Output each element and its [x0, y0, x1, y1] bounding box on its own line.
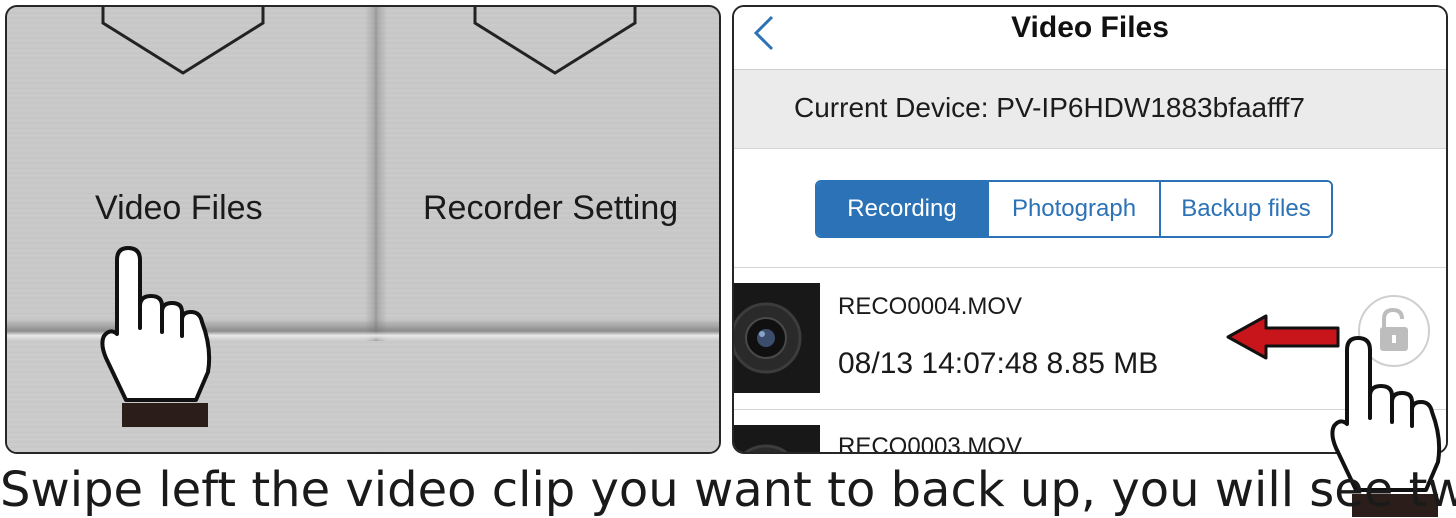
recorder-setting-button[interactable]: Recorder Setting — [423, 189, 678, 228]
device-info-bar: Current Device: PV-IP6HDW1883bfaafff7 — [734, 70, 1446, 149]
swipe-left-arrow-icon — [1226, 314, 1340, 360]
video-files-button[interactable]: Video Files — [95, 189, 263, 228]
tap-hand-icon — [100, 246, 212, 427]
video-thumbnail — [734, 425, 820, 452]
video-files-icon — [101, 7, 265, 75]
file-name: RECO0004.MOV — [838, 293, 1023, 320]
tab-photograph[interactable]: Photograph — [987, 182, 1159, 236]
file-name: RECO0003.MOV — [838, 433, 1023, 454]
current-device-label: Current Device: PV-IP6HDW1883bfaafff7 — [794, 92, 1305, 123]
tab-backup-files[interactable]: Backup files — [1159, 182, 1331, 236]
list-divider — [734, 267, 1446, 268]
file-type-tabs: Recording Photograph Backup files — [815, 180, 1333, 238]
tab-recording[interactable]: Recording — [817, 182, 987, 236]
video-thumbnail — [734, 283, 820, 393]
page-title: Video Files — [1011, 11, 1169, 44]
recorder-setting-icon — [473, 7, 637, 75]
instruction-caption: Swipe left the video clip you want to ba… — [0, 462, 1456, 518]
file-meta: 08/13 14:07:48 8.85 MB — [838, 347, 1159, 380]
nav-bar: Video Files — [734, 7, 1446, 70]
